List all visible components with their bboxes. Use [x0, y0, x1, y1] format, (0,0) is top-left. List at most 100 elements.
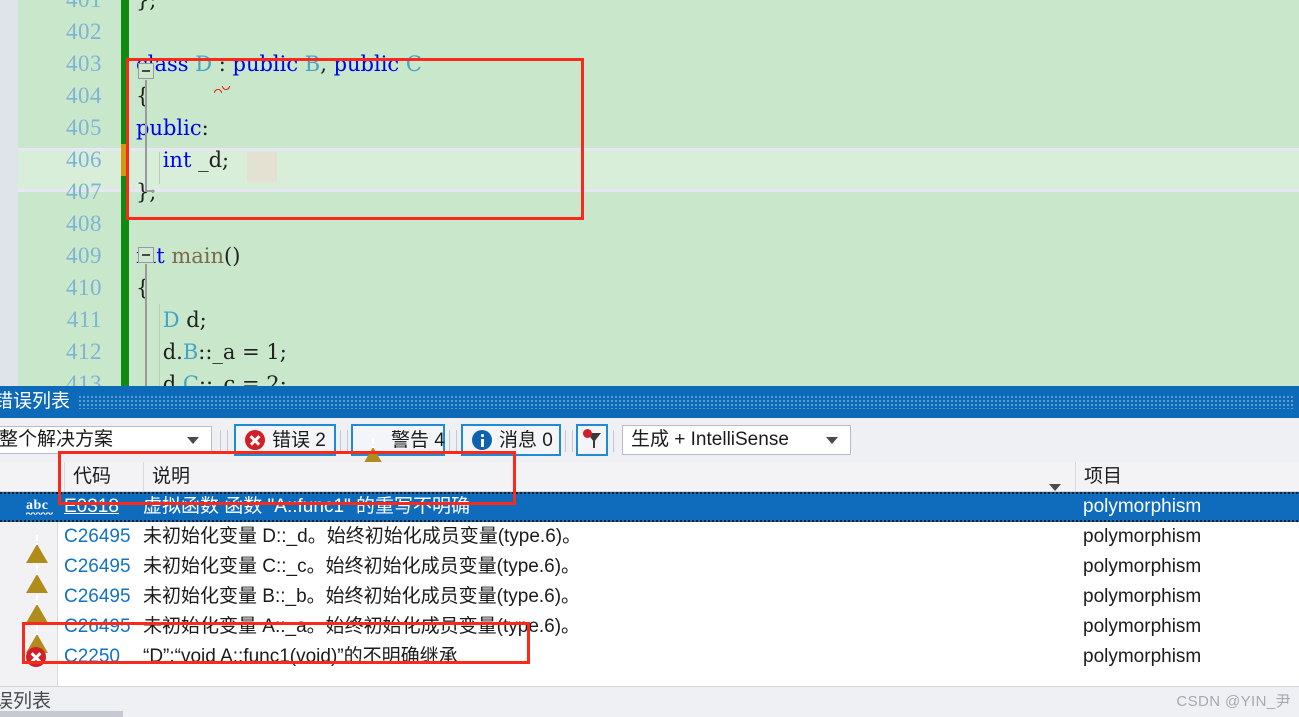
line-number: 406 — [66, 147, 102, 172]
code-line[interactable]: 405 public: — [18, 112, 1299, 144]
line-number: 411 — [66, 307, 102, 332]
scope-dropdown[interactable]: 整个解决方案 — [0, 426, 212, 454]
toolbar-separator-9 — [613, 430, 614, 452]
code-text: { — [136, 84, 150, 108]
code-line[interactable]: 412 d.B::_a = 1; — [18, 336, 1299, 368]
change-margin-indicator — [121, 112, 129, 144]
line-number: 404 — [66, 83, 102, 108]
line-number: 408 — [66, 211, 102, 236]
code-line[interactable]: 408 — [18, 208, 1299, 240]
status-bar: 误列表 CSDN @YIN_尹 — [0, 686, 1299, 717]
table-row[interactable]: C26495 未初始化变量 B::_b。始终初始化成员变量(type.6)。 pol… — [0, 582, 1299, 623]
funnel-stem — [593, 441, 595, 448]
line-number: 413 — [66, 371, 102, 386]
cell-code[interactable]: C26495 — [64, 552, 131, 582]
app-root: 401};402403class D : public B, public C4… — [0, 0, 1299, 717]
line-number: 403 — [66, 51, 102, 76]
change-margin-indicator — [121, 16, 129, 48]
code-line[interactable]: 409int main() — [18, 240, 1299, 272]
filter-toggle-button[interactable] — [576, 424, 608, 456]
toolbar-separator-2 — [227, 430, 228, 452]
toolbar-separator-4 — [347, 430, 348, 452]
warnings-filter-label: 警告 4 — [391, 429, 445, 451]
toolbar-separator-1 — [220, 430, 221, 452]
cell-code[interactable]: C26495 — [64, 582, 131, 612]
toolbar-separator-8 — [572, 430, 573, 452]
warning-icon — [362, 430, 384, 466]
code-line[interactable]: 404 { — [18, 80, 1299, 112]
cell-project: polymorphism — [1083, 646, 1202, 667]
error-list-panel: 错误列表 整个解决方案 错误 2 警告 4 消息 0 生成 + IntelliS… — [0, 386, 1299, 717]
indent-guide-main — [159, 304, 160, 386]
error-list-title: 错误列表 — [0, 391, 71, 412]
warning-icon — [26, 587, 48, 623]
fold-guide-403 — [145, 80, 147, 190]
cell-description: 未初始化变量 A::_a。始终初始化成员变量(type.6)。 — [143, 616, 581, 637]
error-list-titlebar[interactable]: 错误列表 — [0, 386, 1299, 418]
line-number: 409 — [66, 243, 102, 268]
code-line[interactable]: 407}; — [18, 176, 1299, 208]
change-margin-indicator — [121, 336, 129, 368]
fold-toggle-403[interactable] — [138, 63, 154, 79]
toolbar-separator-7 — [565, 430, 566, 452]
code-line[interactable]: 413 d.C::_c = 2; — [18, 368, 1299, 386]
change-margin-indicator — [121, 0, 129, 16]
table-row[interactable]: C26495 未初始化变量 C::_c。始终初始化成员变量(type.6)。 pol… — [0, 552, 1299, 593]
line-number: 401 — [18, 0, 102, 16]
warnings-filter-button[interactable]: 警告 4 — [351, 424, 445, 466]
chevron-down-icon — [187, 437, 199, 444]
warning-icon — [26, 557, 48, 593]
cell-project: polymorphism — [1083, 586, 1202, 607]
fold-guide-409 — [145, 264, 147, 386]
table-row[interactable]: abc E0318 虚拟函数 函数 "A::func1" 的重写不明确 polymor… — [0, 492, 1299, 522]
line-number: 407 — [66, 179, 102, 204]
chevron-down-icon-2 — [826, 437, 838, 444]
code-line[interactable]: 411 D d; — [18, 304, 1299, 336]
code-line[interactable]: 402 — [18, 16, 1299, 48]
cell-description: “D”:“void A::func1(void)”的不明确继承 — [143, 646, 458, 667]
table-row[interactable]: C26495 未初始化变量 A::_a。始终初始化成员变量(type.6)。 pol… — [0, 612, 1299, 653]
build-source-value: 生成 + IntelliSense — [631, 429, 789, 450]
cell-code[interactable]: E0318 — [64, 492, 119, 522]
editor-surface[interactable]: 401};402403class D : public B, public C4… — [18, 0, 1299, 386]
column-header-code[interactable]: 代码 — [64, 462, 143, 491]
error-icon — [245, 430, 265, 450]
change-margin-indicator — [121, 80, 129, 112]
cell-code[interactable]: C2250 — [64, 642, 120, 672]
messages-filter-button[interactable]: 消息 0 — [461, 424, 561, 456]
error-list-toolbar[interactable]: 整个解决方案 错误 2 警告 4 消息 0 生成 + IntelliSense — [0, 418, 1299, 466]
toolbar-separator-5 — [449, 430, 450, 452]
fold-toggle-409[interactable] — [138, 247, 154, 263]
cell-code[interactable]: C26495 — [64, 612, 131, 642]
funnel-badge-icon — [583, 429, 592, 438]
code-line[interactable]: 401}; — [18, 0, 1299, 16]
table-row[interactable]: C2250 “D”:“void A::func1(void)”的不明确继承 poly… — [0, 642, 1299, 672]
code-line[interactable]: 403 class D : public B, public C — [18, 48, 1299, 80]
warning-icon — [26, 617, 48, 653]
cell-project: polymorphism — [1083, 556, 1202, 577]
horizontal-scrollbar[interactable] — [0, 711, 123, 717]
error-list-grid[interactable]: 代码 说明 项目 abc E0318 虚拟函数 函数 "A::func1" 的重写不… — [0, 451, 1299, 686]
cell-code[interactable]: C26495 — [64, 522, 131, 552]
error-icon — [26, 647, 46, 667]
code-text: int _d; — [162, 148, 230, 172]
change-margin-indicator — [121, 144, 129, 176]
build-source-dropdown[interactable]: 生成 + IntelliSense — [622, 425, 851, 455]
code-text: { — [136, 276, 150, 300]
cell-description: 未初始化变量 C::_c。始终初始化成员变量(type.6)。 — [143, 556, 581, 577]
table-row[interactable]: C26495 未初始化变量 D::_d。始终初始化成员变量(type.6)。 pol… — [0, 522, 1299, 563]
error-squiggle-D — [214, 86, 230, 93]
column-header-project[interactable]: 项目 — [1075, 462, 1299, 491]
cell-description: 虚拟函数 函数 "A::func1" 的重写不明确 — [143, 496, 471, 517]
code-editor[interactable]: 401};402403class D : public B, public C4… — [0, 0, 1299, 386]
line-number: 402 — [66, 19, 102, 44]
change-margin-indicator — [121, 368, 129, 386]
code-line[interactable]: 410 { — [18, 272, 1299, 304]
change-margin-indicator — [121, 48, 129, 80]
code-line[interactable]: 406 int _d; — [18, 144, 1299, 176]
column-header-description[interactable]: 说明 — [143, 462, 1083, 491]
line-number: 412 — [66, 339, 102, 364]
change-margin-indicator — [121, 304, 129, 336]
errors-filter-label: 错误 2 — [272, 429, 326, 451]
errors-filter-button[interactable]: 错误 2 — [234, 424, 336, 456]
